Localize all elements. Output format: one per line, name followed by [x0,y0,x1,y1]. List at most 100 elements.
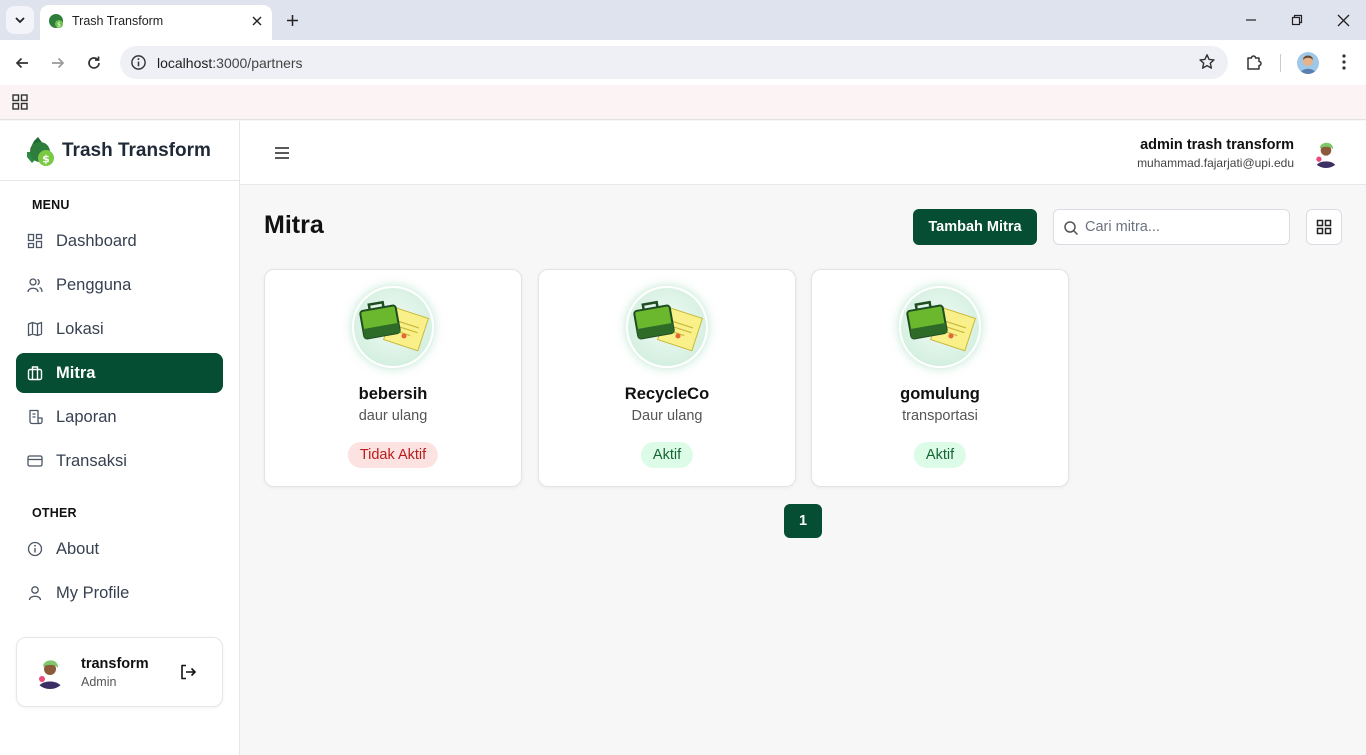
logout-icon[interactable] [179,663,197,681]
card-icon [27,455,43,467]
close-window-button[interactable] [1331,8,1355,32]
user-icon [28,586,42,601]
tab-search-button[interactable] [6,6,34,34]
partner-image [626,286,708,368]
user-card-role: Admin [81,675,117,689]
new-tab-button[interactable] [281,9,303,31]
sidebar-item-about[interactable]: About [16,529,223,569]
restore-icon [1291,14,1303,26]
apps-grid-icon[interactable] [11,93,29,111]
reload-button[interactable] [80,49,108,77]
info-icon[interactable] [130,54,147,71]
partner-image [899,286,981,368]
dashboard-icon [27,233,43,249]
partner-name: gomulung [900,385,980,403]
status-badge: Tidak Aktif [347,442,439,468]
sidebar-item-my-profile[interactable]: My Profile [16,573,223,613]
sidebar-item-mitra[interactable]: Mitra [16,353,223,393]
map-icon [27,321,43,337]
extensions-button[interactable] [1243,51,1265,73]
partner-image [352,286,434,368]
sidebar-item-pengguna[interactable]: Pengguna [16,265,223,305]
recycle-icon: $ [49,14,63,29]
svg-text:$: $ [57,22,61,29]
sidebar-item-dashboard[interactable]: Dashboard [16,221,223,261]
partner-type: daur ulang [358,408,428,424]
restore-button[interactable] [1285,8,1309,32]
other-section-label: OTHER [32,506,77,520]
status-badge: Aktif [640,442,694,468]
search-input[interactable] [1085,210,1285,244]
avatar [33,655,67,689]
browser-menu-button[interactable] [1333,51,1355,73]
search-box [1053,209,1290,245]
sidebar-item-label: Lokasi [56,320,104,338]
recycle-logo-icon: $ [27,137,54,166]
header-user-name: admin trash transform [1140,137,1294,153]
bookmarks-bar [0,85,1366,120]
sidebar: $ Trash Transform MENU Dashboard Penggun… [0,121,240,755]
users-icon [27,278,43,293]
close-icon [1337,14,1349,26]
user-card-name: transform [81,656,149,672]
sidebar-item-transaksi[interactable]: Transaksi [16,441,223,481]
more-vertical-icon [1342,54,1346,70]
puzzle-icon [1247,55,1262,70]
plus-icon [286,14,298,26]
svg-text:$: $ [42,153,50,166]
sidebar-item-label: Transaksi [56,452,127,470]
browser-tab-bar: $ Trash Transform [0,0,1366,40]
arrow-right-icon [52,57,65,69]
partner-name: RecycleCo [624,385,710,403]
browser-toolbar: localhost:3000/partners [0,40,1366,85]
main-content: Mitra Tambah Mitra bebersih daur ulang T… [240,185,1366,755]
minimize-icon [1246,19,1256,21]
sidebar-item-laporan[interactable]: Laporan [16,397,223,437]
pagination-page-button[interactable]: 1 [784,504,822,538]
header-avatar[interactable] [1311,138,1341,168]
forward-button[interactable] [44,49,72,77]
sidebar-item-label: Pengguna [56,276,132,294]
reload-icon [88,56,100,69]
sidebar-item-label: About [56,540,100,558]
sidebar-item-label: Dashboard [56,232,137,250]
header-user-email: muhammad.fajarjati@upi.edu [1137,156,1294,170]
sidebar-item-label: Laporan [56,408,117,426]
url-text: localhost:3000/partners [157,55,303,71]
partner-card[interactable]: bebersih daur ulang Tidak Aktif [264,269,522,487]
arrow-left-icon [15,57,28,69]
user-card: transform Admin [16,637,223,707]
browser-tab[interactable]: $ Trash Transform [40,5,272,40]
status-badge: Aktif [913,442,967,468]
star-icon[interactable] [1198,53,1216,71]
grid-icon [1316,219,1332,235]
top-header: admin trash transform muhammad.fajarjati… [240,121,1366,185]
brand-name: Trash Transform [62,140,211,161]
page-title: Mitra [264,211,324,239]
partner-type: Daur ulang [631,408,703,424]
chevron-down-icon [15,17,25,24]
toolbar-separator [1280,54,1281,72]
sidebar-item-lokasi[interactable]: Lokasi [16,309,223,349]
partner-name: bebersih [358,385,428,403]
tab-title: Trash Transform [72,14,164,28]
partner-card[interactable]: gomulung transportasi Aktif [811,269,1069,487]
brand[interactable]: $ Trash Transform [0,121,239,181]
sidebar-item-label: Mitra [56,364,96,382]
info-icon [27,541,43,557]
grid-view-toggle[interactable] [1306,209,1342,245]
report-icon [29,409,43,425]
add-partner-button[interactable]: Tambah Mitra [913,209,1037,245]
partner-type: transportasi [902,408,978,424]
sidebar-item-label: My Profile [56,584,130,602]
address-bar[interactable]: localhost:3000/partners [120,46,1228,79]
close-icon [252,16,262,26]
tab-close-button[interactable] [246,10,268,32]
search-icon [1064,221,1079,236]
profile-avatar[interactable] [1297,52,1319,74]
briefcase-icon [27,366,43,381]
partner-card[interactable]: RecycleCo Daur ulang Aktif [538,269,796,487]
hamburger-menu-icon[interactable] [273,144,291,162]
minimize-button[interactable] [1239,8,1263,32]
back-button[interactable] [8,49,36,77]
